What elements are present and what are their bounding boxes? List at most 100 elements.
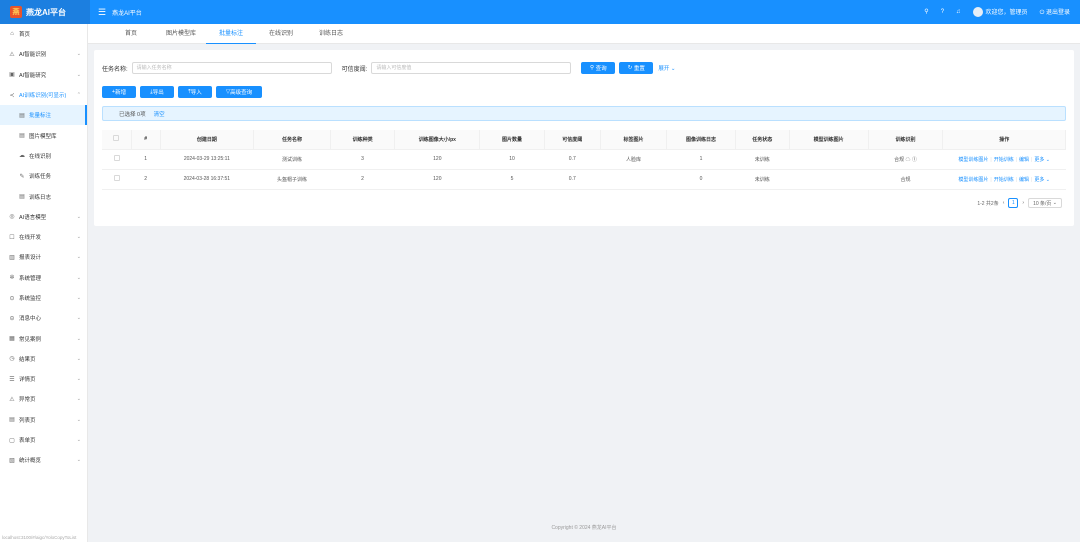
more-link[interactable]: 更多 ⌄ — [1034, 177, 1050, 183]
table-cell: 0.7 — [544, 149, 601, 170]
sidebar-subitem-training-task[interactable]: ✎ 训练任务 — [0, 166, 87, 186]
help-icon[interactable]: ? — [941, 9, 944, 15]
chevron-down-icon: ⌄ — [76, 71, 81, 78]
pagination-summary: 1-2 共2条 — [977, 200, 999, 207]
clear-selection-link[interactable]: 清空 — [154, 110, 165, 118]
search-form: 任务名称: 请输入任务名称 可信度阈: 请输入可信度值 ⚲ 查询 ↻ 重置 展开… — [102, 62, 676, 74]
list-icon: ☰ — [9, 376, 15, 383]
task-name-input[interactable]: 请输入任务名称 — [131, 62, 332, 74]
sidebar-item-home[interactable]: ⌂ 首页 — [0, 24, 87, 44]
sidebar-item-form[interactable]: ▢ 表单页 ⌄ — [0, 430, 87, 450]
table-cell: 2024-03-29 13:25:11 — [160, 149, 254, 170]
expand-link[interactable]: 展开 ⌄ — [658, 64, 675, 72]
sidebar-item-exception[interactable]: ⚠ 异常页 ⌄ — [0, 389, 87, 409]
tab-bar: 首页 图片模型库 批量标注 在线识别 训练日志 — [88, 24, 1080, 44]
table-cell: 头盔帽子训练 — [253, 169, 331, 190]
sidebar-item-detail[interactable]: ☰ 详情页 ⌄ — [0, 369, 87, 389]
avatar — [972, 7, 983, 18]
start-train-link[interactable]: 开始训练 — [994, 177, 1014, 183]
more-link[interactable]: 更多 ⌄ — [1034, 157, 1050, 163]
model-train-image-link[interactable]: 模型训练图片 — [958, 177, 988, 183]
warning-icon: ⚠ — [9, 51, 15, 58]
chevron-down-icon: ⌄ — [76, 315, 81, 322]
sidebar-item-result[interactable]: ◷ 结果页 ⌄ — [0, 349, 87, 369]
sidebar-item-list[interactable]: ▤ 列表页 ⌄ — [0, 410, 87, 430]
file-icon: ▤ — [19, 112, 25, 119]
confidence-input[interactable]: 请输入可信度值 — [371, 62, 572, 74]
prev-page-icon[interactable]: ‹ — [1003, 200, 1005, 206]
bell-icon[interactable]: ♫ — [956, 9, 961, 15]
sidebar-item-cases[interactable]: ▦ 常见案例 ⌄ — [0, 328, 87, 348]
tab-image-model[interactable]: 图片模型库 — [156, 24, 206, 44]
pagination: 1-2 共2条 ‹ 1 › 10 条/页 ⌄ — [977, 198, 1062, 208]
sidebar-item-ai-training[interactable]: ≺ AI训练识别(可显示) ⌃ — [0, 85, 87, 105]
file-icon: ▤ — [19, 133, 25, 140]
selection-alert: 已选择 0项 清空 — [102, 106, 1066, 121]
logout-button[interactable]: ⏻ 退出登录 — [1040, 7, 1070, 17]
tab-home[interactable]: 首页 — [106, 24, 156, 44]
reset-button[interactable]: ↻ 重置 — [619, 62, 654, 74]
next-page-icon[interactable]: › — [1022, 200, 1024, 206]
chevron-down-icon: ⌄ — [76, 234, 81, 241]
sidebar-subitem-image-model[interactable]: ▤ 图片模型库 — [0, 125, 87, 145]
column-header: 可信度阈 — [544, 130, 601, 150]
sidebar-subitem-batch-label[interactable]: ▤ 批量标注 — [0, 105, 87, 126]
sidebar: ⌂ 首页 ⚠ AI智能识别 ⌄ ▣ AI智能研究 ⌄ ≺ AI训练识别(可显示)… — [0, 24, 88, 542]
column-header: 模型训练图片 — [789, 130, 869, 150]
chevron-down-icon: ⌄ — [76, 213, 81, 220]
query-button[interactable]: ⚲ 查询 — [581, 62, 616, 74]
sidebar-subitem-online-recognition[interactable]: ☁ 在线识别 — [0, 146, 87, 166]
sidebar-item-statistics[interactable]: ▧ 统计概览 ⌄ — [0, 450, 87, 470]
page-button[interactable]: 1 — [1008, 198, 1019, 208]
chevron-down-icon: ⌄ — [76, 416, 81, 423]
user-menu[interactable]: 欢迎您，管理员 — [972, 7, 1028, 18]
sidebar-item-message[interactable]: ⊝ 消息中心 ⌄ — [0, 308, 87, 328]
sidebar-item-online-dev[interactable]: ☐ 在线开发 ⌄ — [0, 227, 87, 247]
table-cell: 测试训练 — [253, 149, 331, 170]
chevron-down-icon: ⌄ — [76, 295, 81, 301]
sidebar-item-system[interactable]: ✲ 系统管理 ⌄ — [0, 268, 87, 288]
start-train-link[interactable]: 开始训练 — [994, 157, 1014, 163]
tab-batch-label[interactable]: 批量标注 — [206, 24, 256, 44]
sidebar-item-monitor[interactable]: ⊙ 系统监控 ⌄ — [0, 288, 87, 308]
select-all-checkbox[interactable] — [113, 135, 120, 142]
edit-link[interactable]: 编辑 — [1019, 177, 1029, 183]
import-button[interactable]: ⤒ 导入 — [178, 86, 212, 98]
column-header: 训练识别 — [868, 130, 944, 150]
sidebar-item-ai-research[interactable]: ▣ AI智能研究 ⌄ — [0, 65, 87, 85]
search-icon[interactable]: ⚲ — [924, 8, 928, 15]
selection-count: 已选择 0项 — [119, 111, 146, 118]
clock-icon: ◷ — [9, 356, 15, 363]
share-icon: ≺ — [9, 92, 15, 99]
column-header: 训练种类 — [330, 130, 396, 150]
stats-icon: ▧ — [9, 457, 15, 464]
model-train-image-link[interactable]: 模型训练图片 — [958, 157, 988, 163]
select-all-header[interactable] — [102, 130, 132, 150]
row-checkbox[interactable] — [113, 155, 120, 161]
sidebar-item-ai-recognition[interactable]: ⚠ AI智能识别 ⌄ — [0, 44, 87, 64]
chevron-down-icon: ⌄ — [76, 396, 81, 403]
form-icon: ▢ — [9, 437, 15, 444]
advanced-query-button[interactable]: ▽ 高级查询 — [216, 86, 262, 98]
export-button[interactable]: ⤓ 导出 — [140, 86, 174, 98]
table-cell: 120 — [394, 149, 480, 170]
column-header: 标签图片 — [600, 130, 668, 150]
menu-toggle-icon[interactable]: ☰ — [98, 7, 106, 18]
table-cell: 3 — [330, 149, 395, 170]
chevron-down-icon: ⌄ — [76, 376, 81, 383]
column-header: 操作 — [942, 130, 1066, 150]
tab-training-log[interactable]: 训练日志 — [306, 24, 356, 44]
box-icon: ▣ — [9, 72, 15, 79]
column-header: 任务名称 — [253, 130, 331, 150]
sidebar-item-report[interactable]: ▥ 报表设计 ⌄ — [0, 247, 87, 267]
page-size-select[interactable]: 10 条/页 ⌄ — [1028, 198, 1062, 208]
table-cell: 合规 — [868, 169, 943, 190]
edit-link[interactable]: 编辑 — [1019, 157, 1029, 163]
add-button[interactable]: + 新增 — [102, 86, 136, 98]
brand[interactable]: 燕 燕龙AI平台 — [0, 0, 90, 24]
sidebar-subitem-training-log[interactable]: ▤ 训练日志 — [0, 186, 87, 206]
tab-online-recognition[interactable]: 在线识别 — [256, 24, 306, 44]
sidebar-item-ai-language[interactable]: ◎ AI语言模型 ⌄ — [0, 207, 87, 227]
chevron-up-icon: ⌃ — [76, 92, 81, 99]
row-checkbox[interactable] — [113, 175, 120, 181]
